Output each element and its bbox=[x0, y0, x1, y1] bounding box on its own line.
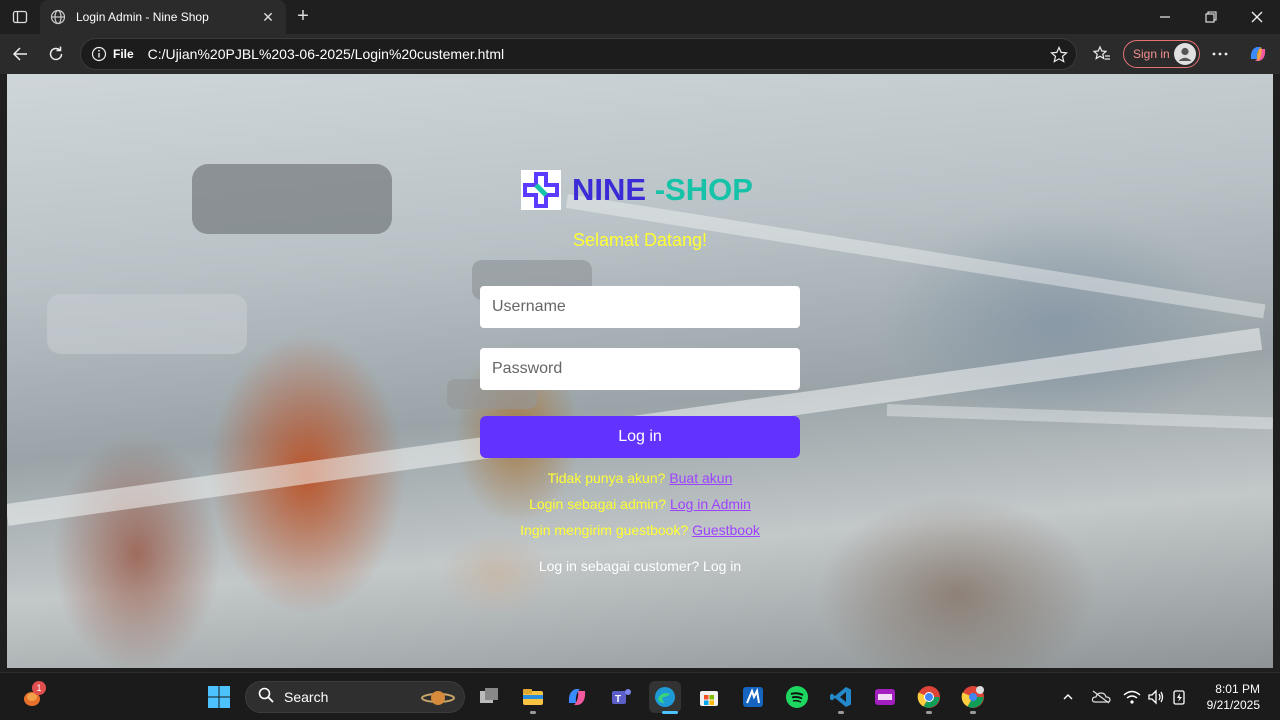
taskbar-search[interactable]: Search bbox=[245, 681, 465, 713]
close-tab-icon[interactable]: ✕ bbox=[260, 9, 276, 25]
register-line: Tidak punya akun? Buat akun bbox=[7, 470, 1273, 486]
vscode-icon[interactable] bbox=[825, 681, 857, 713]
app-icon-purple[interactable] bbox=[869, 681, 901, 713]
customer-prompt: Log in sebagai customer? bbox=[538, 558, 700, 574]
guestbook-line: Ingin mengirim guestbook? Guestbook bbox=[7, 522, 1273, 538]
password-input[interactable] bbox=[480, 348, 800, 390]
chevron-up-icon[interactable] bbox=[1058, 687, 1078, 707]
running-indicator bbox=[970, 711, 976, 714]
browser-toolbar: File C:/Ujian%20PJBL%203-06-2025/Login%2… bbox=[0, 34, 1280, 74]
restore-icon[interactable] bbox=[1188, 0, 1234, 34]
copilot-icon[interactable] bbox=[1246, 42, 1270, 66]
favorites-icon[interactable] bbox=[1090, 42, 1114, 66]
onedrive-icon[interactable] bbox=[1091, 687, 1111, 707]
page-viewport: NINE -SHOP Selamat Datang! Log in Tidak … bbox=[7, 74, 1273, 668]
running-indicator bbox=[530, 711, 536, 714]
address-bar[interactable]: File C:/Ujian%20PJBL%203-06-2025/Login%2… bbox=[80, 38, 1077, 70]
sign-in-label: Sign in bbox=[1133, 47, 1170, 61]
customer-line: Log in sebagai customer? Log in bbox=[7, 558, 1273, 574]
search-icon bbox=[258, 687, 274, 708]
tab-title: Login Admin - Nine Shop bbox=[76, 10, 209, 24]
taskbar: Search T 8:01 PM 9/21/2025 bbox=[0, 672, 1280, 720]
active-app-indicator bbox=[662, 711, 678, 714]
browser-tab[interactable]: Login Admin - Nine Shop ✕ bbox=[40, 0, 286, 34]
chrome-profile-icon[interactable] bbox=[957, 681, 989, 713]
medical-cross-logo-icon bbox=[521, 170, 561, 210]
edge-icon[interactable] bbox=[649, 681, 681, 713]
running-indicator bbox=[838, 711, 844, 714]
site-info-icon[interactable] bbox=[91, 46, 107, 62]
favorite-star-icon[interactable] bbox=[1050, 46, 1068, 64]
customer-login-link[interactable]: Log in bbox=[703, 558, 741, 574]
welcome-heading: Selamat Datang! bbox=[572, 230, 708, 250]
app-icon-blue[interactable] bbox=[737, 681, 769, 713]
running-indicator bbox=[926, 711, 932, 714]
admin-login-link[interactable]: Log in Admin bbox=[670, 496, 751, 512]
new-tab-icon[interactable]: + bbox=[292, 6, 314, 28]
guestbook-prompt: Ingin mengirim guestbook? bbox=[520, 522, 689, 538]
task-view-icon[interactable] bbox=[473, 681, 505, 713]
microsoft-store-icon[interactable] bbox=[693, 681, 725, 713]
refresh-icon[interactable] bbox=[44, 42, 68, 66]
browser-title-bar: Login Admin - Nine Shop ✕ + bbox=[0, 0, 1280, 34]
battery-icon[interactable] bbox=[1170, 687, 1190, 707]
brand-header: NINE -SHOP bbox=[521, 170, 753, 210]
guestbook-link[interactable]: Guestbook bbox=[692, 522, 760, 538]
tab-actions-icon[interactable] bbox=[8, 5, 32, 29]
file-explorer-icon[interactable] bbox=[517, 681, 549, 713]
brand-name-secondary: -SHOP bbox=[654, 172, 753, 207]
copilot-taskbar-icon[interactable] bbox=[561, 681, 593, 713]
system-clock[interactable]: 8:01 PM 9/21/2025 bbox=[1207, 681, 1260, 713]
close-window-icon[interactable] bbox=[1234, 0, 1280, 34]
login-button[interactable]: Log in bbox=[480, 416, 800, 458]
login-page: NINE -SHOP Selamat Datang! Log in Tidak … bbox=[7, 74, 1273, 668]
username-input[interactable] bbox=[480, 286, 800, 328]
url-text[interactable]: C:/Ujian%20PJBL%203-06-2025/Login%20cust… bbox=[148, 46, 504, 62]
svg-text:T: T bbox=[615, 694, 621, 705]
planet-search-highlight-icon bbox=[420, 686, 456, 715]
wifi-icon[interactable] bbox=[1122, 687, 1142, 707]
clock-date: 9/21/2025 bbox=[1206, 698, 1260, 712]
globe-icon bbox=[50, 9, 66, 25]
volume-icon[interactable] bbox=[1146, 687, 1166, 707]
register-prompt: Tidak punya akun? bbox=[547, 470, 666, 486]
minimize-icon[interactable] bbox=[1142, 0, 1188, 34]
notification-badge: 1 bbox=[32, 681, 46, 695]
clock-time: 8:01 PM bbox=[1215, 682, 1260, 696]
teams-icon[interactable]: T bbox=[605, 681, 637, 713]
brand-name-primary: NINE bbox=[572, 172, 655, 207]
search-label: Search bbox=[284, 689, 329, 705]
sign-in-button[interactable]: Sign in bbox=[1123, 40, 1200, 68]
chrome-icon[interactable] bbox=[913, 681, 945, 713]
back-arrow-icon[interactable] bbox=[8, 42, 32, 66]
admin-line: Login sebagai admin? Log in Admin bbox=[7, 496, 1273, 512]
admin-prompt: Login sebagai admin? bbox=[529, 496, 667, 512]
more-options-icon[interactable] bbox=[1208, 42, 1232, 66]
avatar-icon bbox=[1174, 43, 1196, 65]
url-scheme-label: File bbox=[113, 47, 134, 61]
start-windows-icon[interactable] bbox=[203, 681, 235, 713]
register-link[interactable]: Buat akun bbox=[669, 470, 732, 486]
spotify-icon[interactable] bbox=[781, 681, 813, 713]
